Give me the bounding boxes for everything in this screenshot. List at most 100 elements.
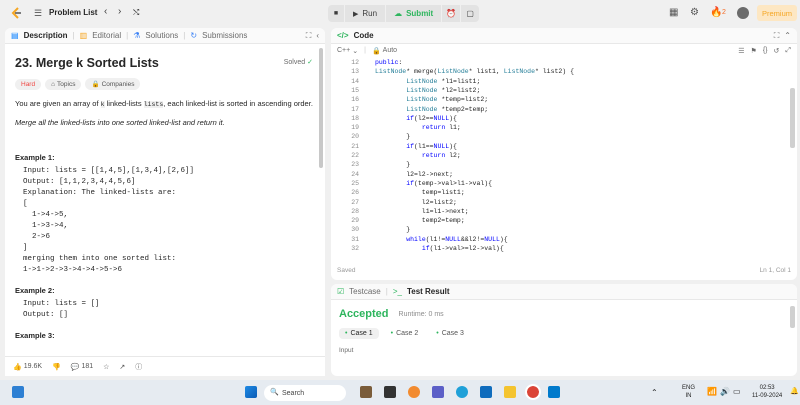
run-button[interactable]: ▶ Run xyxy=(345,5,386,22)
tab-solutions[interactable]: Solutions xyxy=(145,31,178,40)
code-line: [ xyxy=(23,200,28,208)
cursor-position: Ln 1, Col 1 xyxy=(759,266,791,274)
tab-submissions[interactable]: Submissions xyxy=(202,31,247,40)
tray-chevron-icon[interactable]: ⌃ xyxy=(651,388,658,397)
app-icon-3[interactable] xyxy=(408,386,420,398)
code-line: if(l1==NULL){ xyxy=(406,142,457,150)
companies-label: Companies xyxy=(101,80,135,88)
vscode-icon[interactable] xyxy=(548,386,560,398)
expand-icon[interactable]: ⛶ xyxy=(306,31,312,41)
prev-problem-icon[interactable]: ‹ xyxy=(104,6,107,17)
star-icon[interactable]: ☆ xyxy=(103,363,109,371)
teams-icon[interactable] xyxy=(432,386,444,398)
next-problem-icon[interactable]: › xyxy=(118,6,121,17)
case-label: Case 2 xyxy=(396,330,419,337)
code-line: return l2; xyxy=(421,152,461,159)
code-line: ListNode *temp2=temp; xyxy=(406,105,489,113)
case-3-tab[interactable]: • Case 3 xyxy=(430,328,470,339)
share-icon[interactable]: ↗ xyxy=(119,363,125,371)
bookmark-icon[interactable]: ⚑ xyxy=(751,47,757,55)
language-indicator[interactable]: ENG IN xyxy=(682,384,695,400)
chevron-up-icon[interactable]: ⌃ xyxy=(784,31,791,40)
layout-grid-icon[interactable]: ▦ xyxy=(669,7,678,18)
editor-scrollbar[interactable] xyxy=(790,88,795,148)
expand-icon[interactable]: ⛶ xyxy=(774,31,780,41)
top-navbar: ☰ Problem List ‹ › ⤭ ■ ▶ Run ☁ Submit ⏰ … xyxy=(0,0,800,26)
notes-icon[interactable]: ☰ xyxy=(738,47,744,55)
line-number: 26 xyxy=(351,189,359,197)
checkbox-icon: ☑ xyxy=(337,287,345,296)
alarm-icon: ⏰ xyxy=(446,9,457,18)
companies-tag[interactable]: 🔒 Companies xyxy=(85,78,141,90)
line-number: 18 xyxy=(351,114,359,122)
autocomplete-toggle[interactable]: 🔒 Auto xyxy=(372,47,397,55)
outlook-icon[interactable] xyxy=(480,386,492,398)
fullscreen-icon[interactable]: ⤢ xyxy=(785,47,791,55)
language-label: C++ xyxy=(337,47,351,54)
left-tab-bar: ▤ Description | ▥ Editorial | ⚗ Solution… xyxy=(5,28,325,44)
streak-fire-icon[interactable]: 🔥 xyxy=(710,7,722,18)
input-label: Input xyxy=(339,347,354,354)
tab-code[interactable]: Code xyxy=(354,31,374,40)
leetcode-logo-icon[interactable] xyxy=(9,6,23,20)
search-icon: 🔍 xyxy=(270,389,279,396)
battery-icon[interactable]: ▭ xyxy=(733,387,741,396)
tab-test-result[interactable]: Test Result xyxy=(407,287,450,296)
description-paragraph-2: Merge all the linked-lists into one sort… xyxy=(15,118,225,127)
code-line: if(l2==NULL){ xyxy=(406,114,457,122)
check-circle-icon: ✓ xyxy=(307,59,313,66)
app-icon-1[interactable] xyxy=(360,386,372,398)
case-2-tab[interactable]: • Case 2 xyxy=(385,328,425,339)
dislike-button[interactable]: 👎 xyxy=(52,363,61,371)
help-icon[interactable]: ⓘ xyxy=(135,362,142,372)
tab-separator: | xyxy=(72,31,75,40)
edge-icon[interactable] xyxy=(456,386,468,398)
desc-text: linked-lists xyxy=(104,99,144,108)
topics-tag[interactable]: ⌂ Topics xyxy=(45,78,82,90)
wifi-icon[interactable]: 📶 xyxy=(707,387,717,396)
windows-start-icon[interactable] xyxy=(245,386,257,398)
result-summary: Accepted Runtime: 0 ms xyxy=(331,300,797,320)
language-select[interactable]: C++ ⌄ xyxy=(337,47,358,55)
widgets-icon[interactable] xyxy=(12,386,24,398)
timer-button[interactable]: ⏰ xyxy=(442,5,461,22)
result-scrollbar[interactable] xyxy=(790,306,795,328)
notes-button[interactable]: ▢ xyxy=(461,5,480,22)
avatar[interactable] xyxy=(737,7,749,19)
line-number: 21 xyxy=(351,142,359,150)
code-line: } xyxy=(375,161,411,169)
problem-list-icon[interactable]: ☰ xyxy=(34,8,42,19)
code-editor[interactable]: 12 public: 13 ListNode* merge(ListNode* lis… xyxy=(331,59,797,255)
app-icon-2[interactable] xyxy=(384,386,396,398)
file-explorer-icon[interactable] xyxy=(504,386,516,398)
tab-editorial[interactable]: Editorial xyxy=(92,31,121,40)
taskbar-search[interactable]: 🔍 Search xyxy=(264,385,346,401)
left-scrollbar[interactable] xyxy=(319,48,323,168)
volume-icon[interactable]: 🔊 xyxy=(720,387,730,396)
notification-icon[interactable]: 🔔 xyxy=(790,387,799,395)
tab-testcase[interactable]: Testcase xyxy=(349,287,381,296)
debug-button[interactable]: ■ xyxy=(328,5,344,22)
like-button[interactable]: 👍 19.6K xyxy=(13,363,42,371)
settings-gear-icon[interactable]: ⚙ xyxy=(690,7,699,18)
premium-button[interactable]: Premium xyxy=(757,5,797,21)
collapse-icon[interactable]: ‹ xyxy=(316,31,319,40)
inline-code: lists xyxy=(143,101,164,108)
clock[interactable]: 02:53 11-09-2024 xyxy=(752,384,782,400)
comments-button[interactable]: 💬 181 xyxy=(71,363,93,371)
region-label: IN xyxy=(685,393,692,399)
problem-list-link[interactable]: Problem List xyxy=(49,8,97,17)
line-number: 28 xyxy=(351,207,359,215)
braces-icon[interactable]: {} xyxy=(763,47,768,54)
shuffle-icon[interactable]: ⤭ xyxy=(133,8,139,18)
chrome-icon[interactable] xyxy=(525,384,541,400)
date-label: 11-09-2024 xyxy=(752,393,783,399)
reset-icon[interactable]: ↺ xyxy=(774,47,780,55)
tag-icon: ⌂ xyxy=(51,80,56,88)
tab-separator: | xyxy=(183,31,186,40)
tab-description[interactable]: Description xyxy=(24,31,68,40)
case-1-tab[interactable]: • Case 1 xyxy=(339,328,379,339)
example-3-heading: Example 3: xyxy=(15,331,55,340)
submit-button[interactable]: ☁ Submit xyxy=(386,5,442,22)
line-number: 15 xyxy=(351,86,359,94)
